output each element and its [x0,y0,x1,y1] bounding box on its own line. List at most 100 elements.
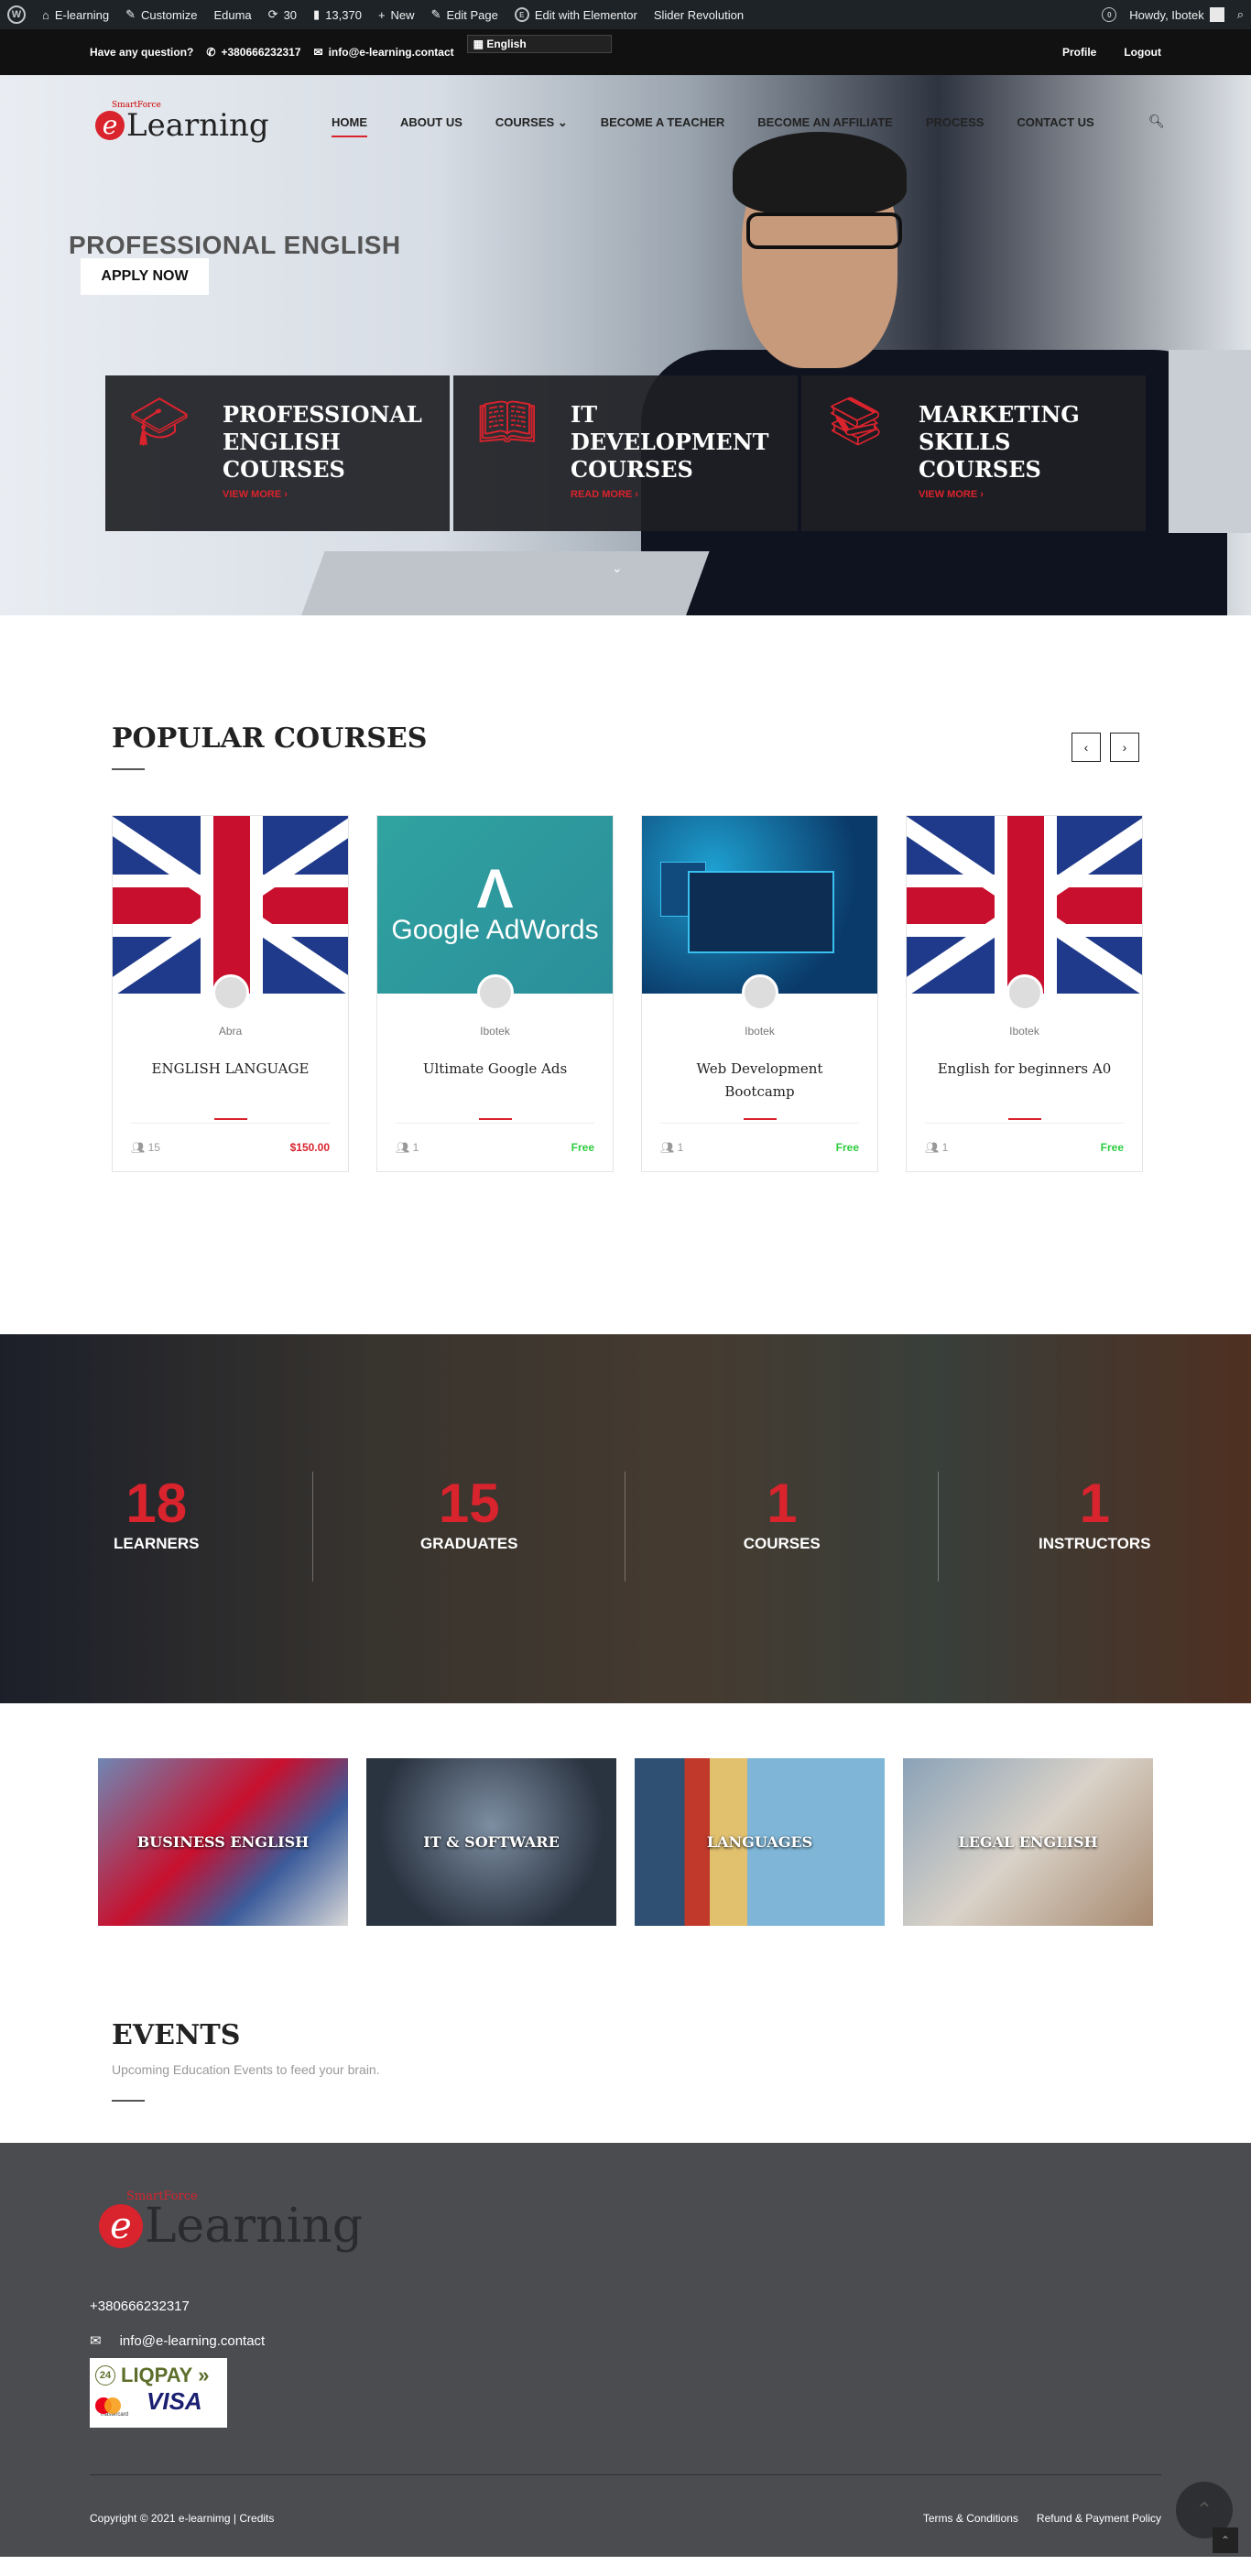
admin-site-name[interactable]: ⌂ E-learning [42,8,109,22]
instructor-avatar[interactable] [742,974,778,1011]
logout-link[interactable]: Logout [1124,46,1161,59]
admin-customize[interactable]: ✎ Customize [125,7,197,22]
site-logo[interactable]: SmartForce e Learning [95,101,269,141]
divider [660,1123,859,1124]
admin-notice[interactable]: 0 [1102,7,1117,22]
liqpay-24-icon: 24 [95,2365,115,2386]
top-bar: Have any question? ✆ +380666232317 ✉ info@… [0,29,1251,75]
admin-elementor[interactable]: E Edit with Elementor [514,7,637,22]
section-title: EVENTS [112,2019,241,2051]
title-underline [112,2100,145,2102]
refund-policy-link[interactable]: Refund & Payment Policy [1037,2512,1161,2525]
footer-logo[interactable]: SmartForce e Learning [99,2190,363,2250]
nav-home[interactable]: HOME [332,115,367,137]
admin-new[interactable]: + New [378,8,415,22]
nav-courses[interactable]: COURSES ⌄ [495,115,568,137]
nav-contact-us[interactable]: CONTACT US [1017,115,1093,137]
admin-comments[interactable]: ▮ 13,370 [313,7,362,22]
category-business-english[interactable]: BUSINESS ENGLISH [98,1758,348,1926]
section-subtitle: Upcoming Education Events to feed your b… [112,2062,380,2077]
category-tiles: BUSINESS ENGLISH IT & SOFTWARE LANGUAGES… [98,1758,1153,1926]
footer-email[interactable]: ✉ info@e-learning.contact [90,2332,265,2350]
course-card[interactable]: Abra ENGLISH LANGUAGE 👥︎ 15 $150.00 [112,815,349,1172]
notice-icon: 0 [1102,7,1117,22]
course-thumbnail[interactable]: Λ Google AdWords [377,816,613,994]
category-label: LANGUAGES [706,1833,813,1851]
course-author[interactable]: Ibotek [907,1025,1142,1038]
feature-title-line: COURSES [919,456,1041,483]
course-thumbnail[interactable] [113,816,348,994]
mastercard-icon [95,2397,121,2414]
read-more-link[interactable]: READ MORE › [571,489,769,500]
footer-divider [90,2474,1161,2475]
more-label: VIEW MORE [919,489,978,500]
web-design-image [642,816,877,994]
course-meta: 👥︎ 15 $150.00 [131,1141,330,1154]
instructor-avatar[interactable] [1006,974,1043,1011]
course-author[interactable]: Ibotek [377,1025,613,1038]
popular-courses-section: POPULAR COURSES ‹ › Abra ENGLISH LANGUAG… [0,615,1251,1334]
wordpress-menu[interactable]: W [7,5,26,24]
footer-phone[interactable]: +380666232317 [90,2299,190,2314]
admin-updates[interactable]: ⟳ 30 [268,7,297,22]
feature-box-marketing[interactable]: 📚︎ MARKETING SKILLS COURSES VIEW MORE › [801,375,1146,531]
carousel-prev-button[interactable]: ‹ [1072,733,1101,762]
nav-process[interactable]: PROCESS [926,115,984,137]
back-to-top-button[interactable]: ⌃ [1213,2527,1238,2553]
course-title[interactable]: Web Development Bootcamp [642,1058,877,1103]
admin-account[interactable]: Howdy, Ibotek [1129,7,1224,22]
admin-eduma-label: Eduma [213,7,252,22]
howdy-label: Howdy, Ibotek [1129,7,1204,22]
uk-flag-image [907,816,1142,994]
profile-link[interactable]: Profile [1062,46,1096,59]
users-icon: 👥︎ [396,1141,410,1154]
nav-become-teacher[interactable]: BECOME A TEACHER [601,115,725,137]
course-title[interactable]: Ultimate Google Ads [377,1058,613,1081]
course-author[interactable]: Abra [113,1025,348,1038]
stat-number: 18 [125,1473,188,1534]
nav-about-us[interactable]: ABOUT US [400,115,462,137]
stat-number: 1 [1079,1473,1110,1534]
category-languages[interactable]: LANGUAGES [635,1758,885,1926]
hero-person-glasses [746,212,902,249]
category-it-software[interactable]: IT & SOFTWARE [366,1758,616,1926]
feature-box-it[interactable]: 📖︎ IT DEVELOPMENT COURSES READ MORE › [453,375,798,531]
course-thumbnail[interactable] [642,816,877,994]
scroll-down-icon[interactable]: ⌄ [612,560,623,576]
course-author[interactable]: Ibotek [642,1025,877,1038]
apply-now-button[interactable]: APPLY NOW [81,258,209,295]
admin-edit-page[interactable]: ✎ Edit Page [431,7,498,22]
language-label: English [486,38,527,50]
terms-link[interactable]: Terms & Conditions [923,2512,1018,2525]
course-card[interactable]: Ibotek Web Development Bootcamp 👥︎ 1 Free [641,815,878,1172]
stat-label: INSTRUCTORS [1039,1535,1151,1552]
nav-become-affiliate[interactable]: BECOME AN AFFILIATE [757,115,893,137]
students-value: 1 [677,1141,684,1154]
header-search-icon[interactable]: 🔍︎ [1148,114,1165,129]
course-card[interactable]: Λ Google AdWords Ibotek Ultimate Google A… [376,815,614,1172]
course-title[interactable]: ENGLISH LANGUAGE [113,1058,348,1081]
contact-phone[interactable]: ✆ +380666232317 [206,46,300,59]
payment-methods: 24 LIQPAY» VISA mastercard [90,2358,227,2428]
contact-question: Have any question? [90,46,193,59]
carousel-next-button[interactable]: › [1110,733,1139,762]
category-legal-english[interactable]: LEGAL ENGLISH [903,1758,1153,1926]
view-more-link[interactable]: VIEW MORE › [223,489,422,500]
instructor-avatar[interactable] [477,974,514,1011]
title-accent [479,1118,512,1120]
contact-email[interactable]: ✉ info@e-learning.contact [314,46,454,59]
course-card[interactable]: Ibotek English for beginners A0 👥︎ 1 Free [906,815,1143,1172]
course-title[interactable]: English for beginners A0 [907,1058,1142,1081]
main-menu: HOME ABOUT US COURSES ⌄ BECOME A TEACHER… [332,115,1127,137]
footer-links: Terms & Conditions Refund & Payment Poli… [923,2512,1161,2525]
view-more-link[interactable]: VIEW MORE › [919,489,1080,500]
feature-box-english[interactable]: 🎓︎ PROFESSIONAL ENGLISH COURSES VIEW MORE … [105,375,450,531]
course-thumbnail[interactable] [907,816,1142,994]
instructor-avatar[interactable] [212,974,249,1011]
admin-eduma[interactable]: Eduma [213,8,251,22]
search-icon[interactable]: ⌕ [1237,7,1244,22]
course-cards: Abra ENGLISH LANGUAGE 👥︎ 15 $150.00 Λ Goog… [112,815,1143,1172]
admin-slider-revolution[interactable]: Slider Revolution [654,8,744,22]
feature-title-line: PROFESSIONAL [223,401,422,428]
language-switcher[interactable]: ▦ English [466,35,612,53]
